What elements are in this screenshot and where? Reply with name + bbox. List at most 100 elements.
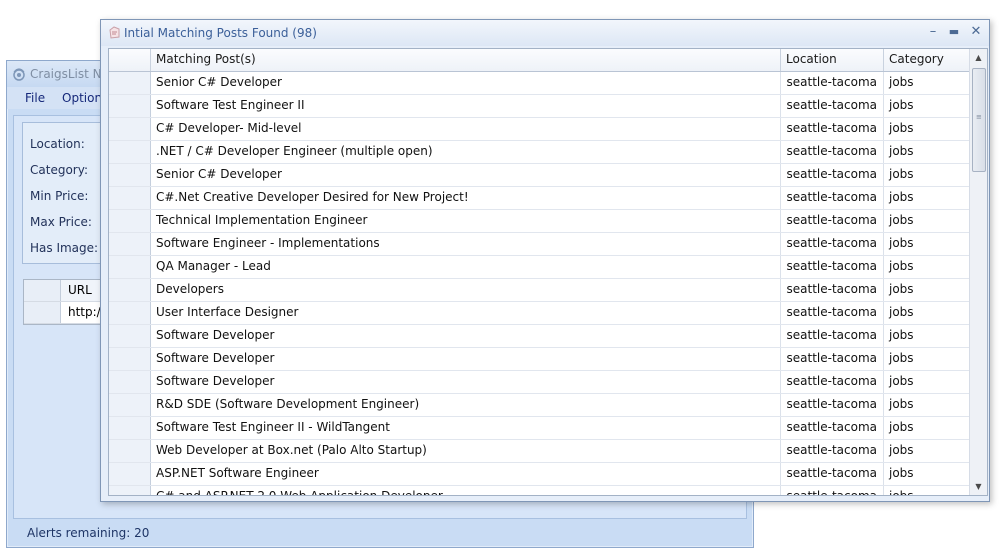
row-header[interactable] — [109, 371, 151, 393]
category-cell[interactable]: jobs — [884, 440, 969, 462]
table-row[interactable]: C# and ASP.NET 2.0 Web Application Devel… — [109, 486, 969, 495]
row-header[interactable] — [109, 210, 151, 232]
table-row[interactable]: C# Developer- Mid-level seattle-tacoma job… — [109, 118, 969, 141]
category-cell[interactable]: jobs — [884, 164, 969, 186]
table-row[interactable]: ASP.NET Software Engineer seattle-tacoma j… — [109, 463, 969, 486]
table-row[interactable]: User Interface Designer seattle-tacoma job… — [109, 302, 969, 325]
url-row-header[interactable] — [24, 302, 61, 323]
grid-corner[interactable] — [109, 49, 151, 71]
post-cell[interactable]: Software Developer — [151, 325, 781, 347]
scroll-down-icon[interactable]: ▼ — [970, 478, 987, 495]
category-cell[interactable]: jobs — [884, 118, 969, 140]
location-cell[interactable]: seattle-tacoma — [781, 187, 884, 209]
maximize-icon[interactable]: ▬ — [946, 24, 962, 40]
column-header-category[interactable]: Category — [884, 49, 969, 71]
row-header[interactable] — [109, 325, 151, 347]
category-cell[interactable]: jobs — [884, 348, 969, 370]
table-row[interactable]: Software Engineer - Implementations seatt… — [109, 233, 969, 256]
table-row[interactable]: Technical Implementation Engineer seattle… — [109, 210, 969, 233]
location-cell[interactable]: seattle-tacoma — [781, 279, 884, 301]
row-header[interactable] — [109, 233, 151, 255]
location-cell[interactable]: seattle-tacoma — [781, 302, 884, 324]
row-header[interactable] — [109, 118, 151, 140]
dialog-title-bar[interactable]: Intial Matching Posts Found (98) – ▬ ✕ — [101, 20, 989, 46]
category-cell[interactable]: jobs — [884, 394, 969, 416]
location-cell[interactable]: seattle-tacoma — [781, 463, 884, 485]
table-row[interactable]: Software Test Engineer II - WildTangent s… — [109, 417, 969, 440]
table-row[interactable]: Web Developer at Box.net (Palo Alto Star… — [109, 440, 969, 463]
category-cell[interactable]: jobs — [884, 187, 969, 209]
vertical-scrollbar[interactable]: ▲ ≡ ▼ — [969, 49, 987, 495]
location-cell[interactable]: seattle-tacoma — [781, 72, 884, 94]
row-header[interactable] — [109, 463, 151, 485]
post-cell[interactable]: Developers — [151, 279, 781, 301]
category-cell[interactable]: jobs — [884, 210, 969, 232]
url-column-header[interactable]: URL — [68, 283, 92, 297]
column-header-post[interactable]: Matching Post(s) — [151, 49, 781, 71]
category-cell[interactable]: jobs — [884, 233, 969, 255]
menu-file[interactable]: File — [25, 91, 45, 105]
scrollbar-thumb[interactable]: ≡ — [972, 68, 986, 172]
column-header-location[interactable]: Location — [781, 49, 884, 71]
location-cell[interactable]: seattle-tacoma — [781, 118, 884, 140]
category-cell[interactable]: jobs — [884, 486, 969, 495]
post-cell[interactable]: QA Manager - Lead — [151, 256, 781, 278]
table-row[interactable]: Software Test Engineer II seattle-tacoma j… — [109, 95, 969, 118]
location-cell[interactable]: seattle-tacoma — [781, 348, 884, 370]
row-header[interactable] — [109, 394, 151, 416]
category-cell[interactable]: jobs — [884, 141, 969, 163]
table-row[interactable]: Developers seattle-tacoma jobs — [109, 279, 969, 302]
category-cell[interactable]: jobs — [884, 256, 969, 278]
post-cell[interactable]: Software Developer — [151, 348, 781, 370]
close-icon[interactable]: ✕ — [968, 24, 984, 40]
post-cell[interactable]: Software Engineer - Implementations — [151, 233, 781, 255]
table-row[interactable]: .NET / C# Developer Engineer (multiple o… — [109, 141, 969, 164]
category-cell[interactable]: jobs — [884, 72, 969, 94]
table-row[interactable]: Senior C# Developer seattle-tacoma jobs — [109, 72, 969, 95]
table-row[interactable]: QA Manager - Lead seattle-tacoma jobs — [109, 256, 969, 279]
row-header[interactable] — [109, 302, 151, 324]
row-header[interactable] — [109, 72, 151, 94]
post-cell[interactable]: Web Developer at Box.net (Palo Alto Star… — [151, 440, 781, 462]
table-row[interactable]: R&D SDE (Software Development Engineer) s… — [109, 394, 969, 417]
table-row[interactable]: Software Developer seattle-tacoma jobs — [109, 348, 969, 371]
post-cell[interactable]: Senior C# Developer — [151, 72, 781, 94]
row-header[interactable] — [109, 164, 151, 186]
location-cell[interactable]: seattle-tacoma — [781, 256, 884, 278]
post-cell[interactable]: ASP.NET Software Engineer — [151, 463, 781, 485]
location-cell[interactable]: seattle-tacoma — [781, 210, 884, 232]
post-cell[interactable]: Software Test Engineer II — [151, 95, 781, 117]
row-header[interactable] — [109, 95, 151, 117]
location-cell[interactable]: seattle-tacoma — [781, 141, 884, 163]
row-header[interactable] — [109, 279, 151, 301]
category-cell[interactable]: jobs — [884, 463, 969, 485]
row-header[interactable] — [109, 348, 151, 370]
post-cell[interactable]: Software Test Engineer II - WildTangent — [151, 417, 781, 439]
post-cell[interactable]: Technical Implementation Engineer — [151, 210, 781, 232]
post-cell[interactable]: Senior C# Developer — [151, 164, 781, 186]
location-cell[interactable]: seattle-tacoma — [781, 417, 884, 439]
location-cell[interactable]: seattle-tacoma — [781, 394, 884, 416]
category-cell[interactable]: jobs — [884, 371, 969, 393]
category-cell[interactable]: jobs — [884, 325, 969, 347]
post-cell[interactable]: User Interface Designer — [151, 302, 781, 324]
location-cell[interactable]: seattle-tacoma — [781, 164, 884, 186]
row-header[interactable] — [109, 417, 151, 439]
location-cell[interactable]: seattle-tacoma — [781, 233, 884, 255]
row-header[interactable] — [109, 141, 151, 163]
post-cell[interactable]: C# and ASP.NET 2.0 Web Application Devel… — [151, 486, 781, 495]
table-row[interactable]: Senior C# Developer seattle-tacoma jobs — [109, 164, 969, 187]
row-header[interactable] — [109, 440, 151, 462]
menu-options[interactable]: Option — [62, 91, 102, 105]
table-row[interactable]: Software Developer seattle-tacoma jobs — [109, 325, 969, 348]
row-header[interactable] — [109, 256, 151, 278]
category-cell[interactable]: jobs — [884, 302, 969, 324]
category-cell[interactable]: jobs — [884, 417, 969, 439]
post-cell[interactable]: C#.Net Creative Developer Desired for Ne… — [151, 187, 781, 209]
category-cell[interactable]: jobs — [884, 279, 969, 301]
scroll-up-icon[interactable]: ▲ — [970, 49, 987, 66]
url-cell[interactable]: http:/ — [68, 305, 101, 319]
table-row[interactable]: Software Developer seattle-tacoma jobs — [109, 371, 969, 394]
location-cell[interactable]: seattle-tacoma — [781, 486, 884, 495]
location-cell[interactable]: seattle-tacoma — [781, 371, 884, 393]
